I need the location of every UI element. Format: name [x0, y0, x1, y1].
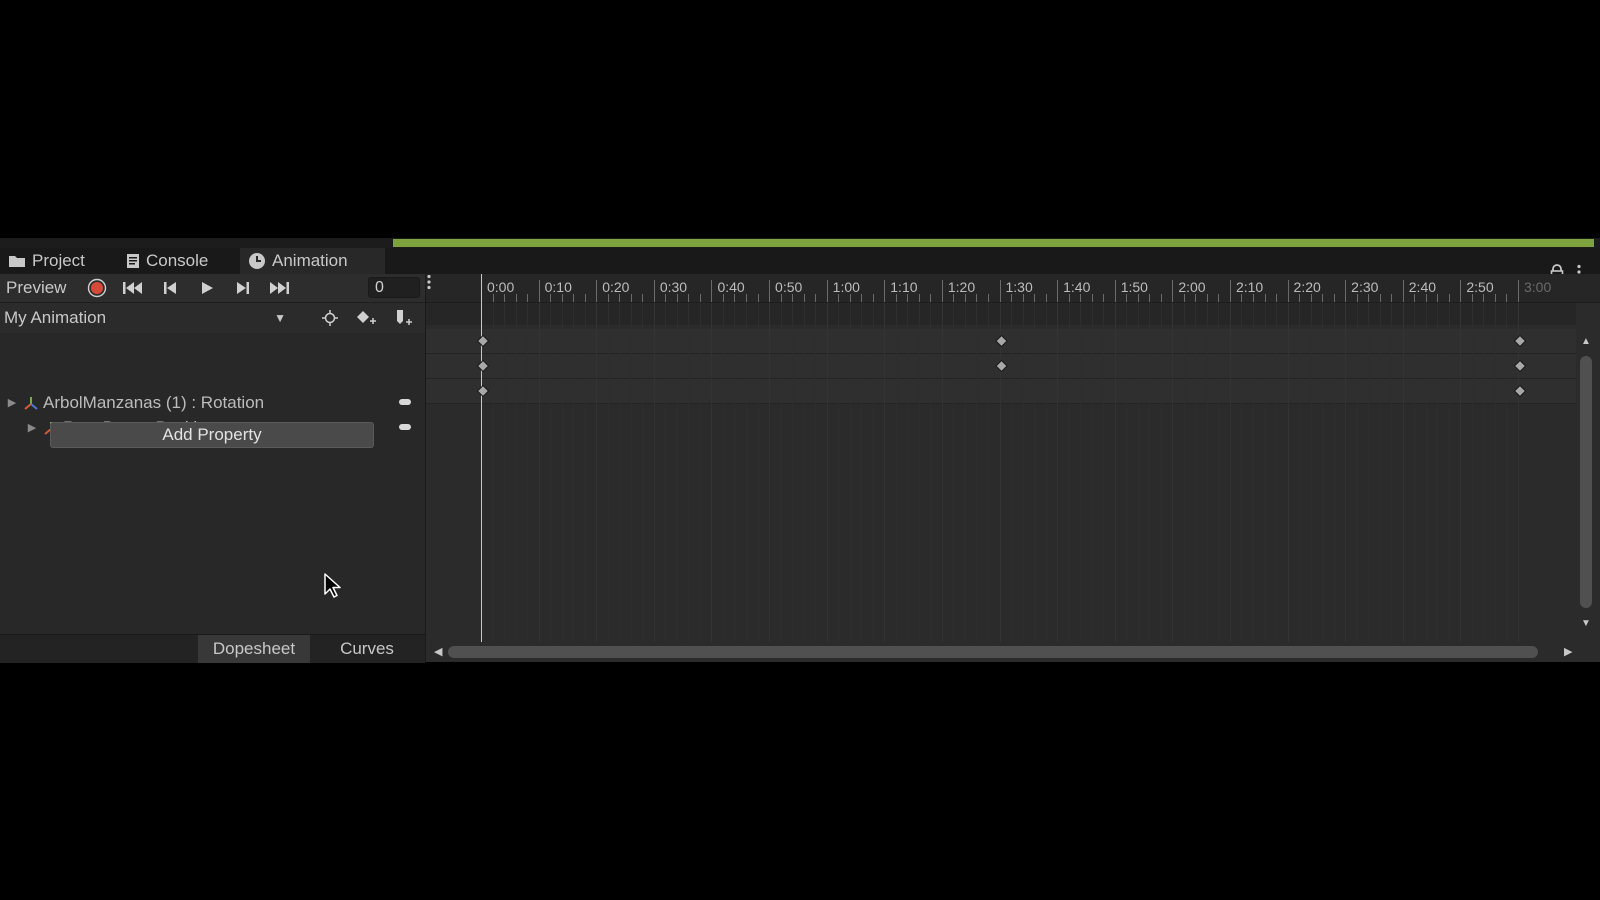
- clip-name: My Animation: [4, 308, 107, 327]
- tab-bar: Project Console Animation: [0, 248, 1600, 280]
- tab-dopesheet[interactable]: Dopesheet: [198, 635, 310, 663]
- keyframe-diamond[interactable]: [1513, 384, 1527, 398]
- add-event-button[interactable]: [392, 308, 416, 328]
- dopesheet-pane[interactable]: 0:00 0:10 0:20 0:30 0:40 0:50 1:00 1:10 1:20 1:30…: [426, 274, 1600, 662]
- preview-toggle[interactable]: Preview: [6, 278, 66, 298]
- hierarchy-pane: Preview 0 My Animation ▼ ▶ ArbolManzanas…: [0, 274, 426, 663]
- filter-by-selection-button[interactable]: [318, 308, 342, 328]
- tab-console[interactable]: Console: [118, 248, 240, 274]
- first-keyframe-button[interactable]: [122, 278, 144, 298]
- play-button[interactable]: [196, 278, 218, 298]
- tab-animation-label: Animation: [272, 251, 348, 270]
- property-label: ArbolManzanas (1) : Rotation: [43, 392, 265, 412]
- view-mode-tabs: Dopesheet Curves: [0, 634, 425, 663]
- tab-project-label: Project: [32, 251, 85, 270]
- add-keyframe-icon: [357, 311, 376, 324]
- keyframe-diamond[interactable]: [995, 334, 1008, 348]
- add-property-button[interactable]: Add Property: [50, 422, 374, 448]
- property-row-arbol-rotation[interactable]: ▶ ArbolManzanas (1) : Rotation: [0, 390, 425, 415]
- previous-keyframe-button[interactable]: [159, 278, 181, 298]
- skip-to-end-icon: [270, 282, 289, 294]
- expand-triangle-icon[interactable]: ▶: [7, 396, 17, 409]
- add-event-icon: [397, 310, 412, 325]
- mouse-cursor-icon: [324, 573, 341, 598]
- green-progress-bar: [393, 239, 1594, 247]
- next-keyframe-button[interactable]: [232, 278, 254, 298]
- tab-curves[interactable]: Curves: [312, 635, 422, 663]
- record-button[interactable]: [86, 278, 108, 298]
- clip-dropdown[interactable]: My Animation ▼: [4, 307, 290, 329]
- keyframe-diamond[interactable]: [476, 359, 490, 373]
- remove-property-icon[interactable]: [399, 399, 411, 405]
- clock-icon: [249, 253, 265, 269]
- expand-triangle-icon[interactable]: ▶: [27, 421, 37, 434]
- current-frame-field[interactable]: 0: [368, 277, 420, 298]
- play-icon: [202, 282, 213, 294]
- vertical-scrollbar[interactable]: ▲ ▼: [1578, 336, 1594, 632]
- scroll-up-arrow-icon[interactable]: ▲: [1581, 336, 1591, 347]
- record-icon: [87, 278, 107, 298]
- keyframe-diamond[interactable]: [1513, 359, 1527, 373]
- crosshair-icon: [322, 310, 338, 326]
- horizontal-scroll-thumb[interactable]: [448, 646, 1538, 658]
- last-keyframe-button[interactable]: [268, 278, 290, 298]
- tab-project[interactable]: Project: [0, 248, 118, 274]
- skip-to-start-icon: [123, 282, 142, 294]
- clip-row: My Animation ▼: [0, 303, 425, 333]
- keyframe-layer: [476, 274, 1527, 642]
- tab-console-label: Console: [146, 251, 209, 270]
- keyframe-diamond[interactable]: [1513, 334, 1527, 348]
- step-forward-icon: [237, 282, 249, 294]
- keyframe-diamond[interactable]: [476, 384, 490, 398]
- console-icon: [127, 254, 139, 268]
- remove-property-icon[interactable]: [399, 424, 411, 430]
- vertical-scroll-thumb[interactable]: [1580, 356, 1592, 608]
- folder-icon: [9, 256, 25, 267]
- transform-icon: [24, 396, 38, 410]
- keyframe-diamond[interactable]: [995, 359, 1008, 373]
- add-keyframe-button[interactable]: [355, 308, 379, 328]
- keyframe-diamond[interactable]: [476, 334, 490, 348]
- scroll-right-arrow-icon[interactable]: ▶: [1564, 645, 1572, 658]
- scroll-down-arrow-icon[interactable]: ▼: [1581, 618, 1591, 629]
- playback-controls: Preview 0: [0, 274, 425, 303]
- animation-window: Project Console Animation Preview 0 My A…: [0, 238, 1600, 663]
- scroll-left-arrow-icon[interactable]: ◀: [434, 645, 442, 658]
- step-back-icon: [164, 282, 176, 294]
- horizontal-scrollbar[interactable]: ◀ ▶: [426, 642, 1576, 662]
- window-top-strip: [0, 238, 1600, 248]
- chevron-down-icon: ▼: [274, 311, 286, 325]
- tab-animation[interactable]: Animation: [240, 248, 385, 274]
